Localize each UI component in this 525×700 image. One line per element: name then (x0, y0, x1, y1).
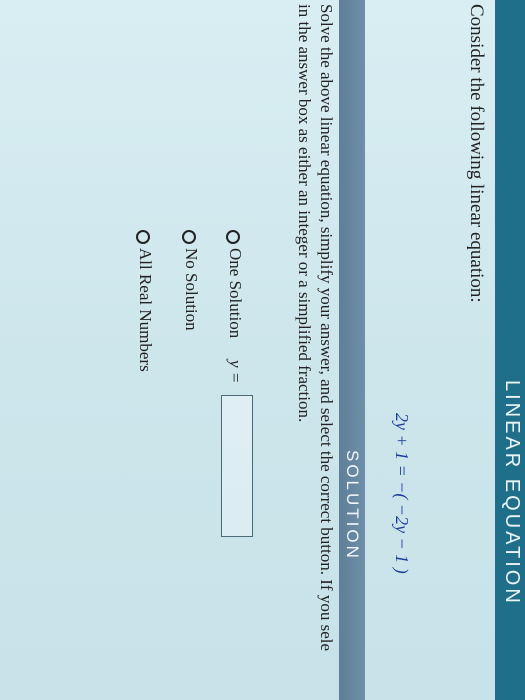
radio-all-real-numbers[interactable] (136, 230, 150, 244)
option-all-real-numbers-label[interactable]: All Real Numbers (135, 248, 155, 372)
option-one-solution-label[interactable]: One Solution (225, 248, 245, 338)
answer-variable-label: y = (226, 360, 245, 384)
option-no-solution-label[interactable]: No Solution (181, 248, 201, 331)
answer-input[interactable] (221, 395, 253, 537)
linear-equation: 2y + 1 = −( −2y − 1 ) (392, 413, 412, 574)
instructions-line-2: in the answer box as either an integer o… (295, 4, 314, 423)
photo-of-screen: LINEAR EQUATION Consider the following l… (0, 0, 525, 700)
solution-title: SOLUTION (343, 450, 362, 561)
screen-content: LINEAR EQUATION Consider the following l… (0, 0, 525, 700)
radio-no-solution[interactable] (182, 230, 196, 244)
instructions: Solve the above linear equation, simplif… (293, 4, 337, 700)
instructions-line-1: Solve the above linear equation, simplif… (317, 4, 336, 652)
radio-one-solution[interactable] (226, 230, 240, 244)
question-prompt: Consider the following linear equation: (466, 4, 487, 303)
page-title: LINEAR EQUATION (501, 380, 523, 606)
solution-band (339, 0, 365, 700)
